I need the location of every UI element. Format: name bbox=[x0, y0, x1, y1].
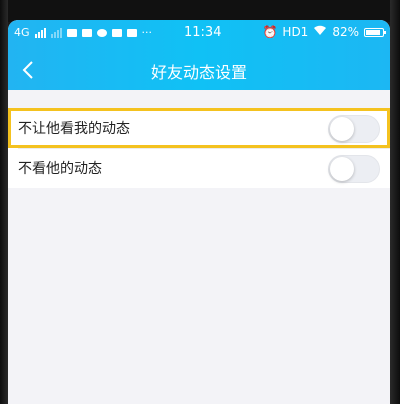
setting-row-hide-my-moments[interactable]: 不让他看我的动态 bbox=[8, 108, 390, 148]
crown-icon bbox=[111, 28, 122, 37]
video-icon bbox=[66, 28, 77, 37]
wifi-icon bbox=[313, 25, 327, 39]
toggle-knob bbox=[330, 117, 354, 141]
phone-bezel-left bbox=[0, 0, 8, 404]
wechat-icon bbox=[96, 28, 107, 37]
page-title: 好友动态设置 bbox=[150, 63, 247, 82]
app-notification-icon bbox=[126, 28, 137, 37]
signal-icon bbox=[34, 27, 46, 38]
status-left-group: 4G ··· bbox=[14, 26, 152, 39]
setting-row-hide-their-moments[interactable]: 不看他的动态 bbox=[8, 148, 390, 188]
more-notifications-icon: ··· bbox=[141, 26, 153, 39]
hd-label: HD1 bbox=[282, 25, 309, 39]
hide-their-moments-toggle[interactable] bbox=[328, 155, 380, 183]
phone-screen: 4G ··· 11:34 ⏰ HD1 82% 好友动态设置 不让他看我的动态 不… bbox=[8, 20, 390, 404]
status-right-group: ⏰ HD1 82% bbox=[262, 25, 386, 39]
nav-bar: 好友动态设置 bbox=[8, 52, 390, 90]
camera-icon bbox=[81, 28, 92, 37]
alarm-icon: ⏰ bbox=[262, 25, 278, 39]
status-bar: 4G ··· 11:34 ⏰ HD1 82% bbox=[8, 24, 390, 44]
signal-secondary-icon bbox=[50, 27, 62, 38]
setting-label: 不看他的动态 bbox=[18, 161, 102, 177]
battery-percent: 82% bbox=[332, 25, 359, 39]
setting-label: 不让他看我的动态 bbox=[18, 121, 130, 137]
phone-bezel-top bbox=[0, 0, 400, 22]
settings-list: 不让他看我的动态 不看他的动态 bbox=[8, 108, 390, 188]
network-type: 4G bbox=[14, 26, 30, 39]
hide-my-moments-toggle[interactable] bbox=[328, 115, 380, 143]
battery-icon bbox=[364, 27, 386, 37]
toggle-knob bbox=[330, 157, 354, 181]
phone-bezel-right bbox=[390, 0, 400, 404]
status-time: 11:34 bbox=[184, 25, 222, 40]
app-header: 4G ··· 11:34 ⏰ HD1 82% 好友动态设置 bbox=[8, 20, 390, 90]
